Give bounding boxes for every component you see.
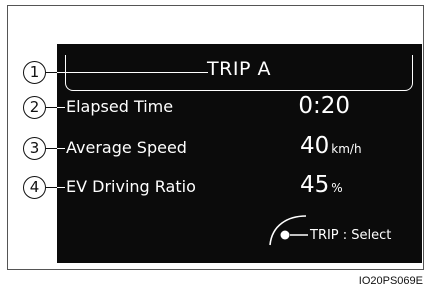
callout-4: 4 xyxy=(23,176,46,199)
callout-3: 3 xyxy=(23,137,46,160)
ev-driving-ratio-label: EV Driving Ratio xyxy=(66,177,196,196)
figure-code: IO20PS069E xyxy=(358,275,423,287)
elapsed-time-label: Elapsed Time xyxy=(66,97,174,116)
ev-driving-ratio-number: 45 xyxy=(300,172,330,198)
callout-1: 1 xyxy=(23,61,46,84)
average-speed-number: 40 xyxy=(300,133,330,159)
ev-driving-ratio-value: 45% xyxy=(300,172,410,198)
callout-3-leader xyxy=(57,148,65,149)
callout-2-leader xyxy=(57,107,65,108)
steering-switch-icon xyxy=(269,215,308,246)
callout-2: 2 xyxy=(23,96,46,119)
average-speed-unit: km/h xyxy=(331,142,362,156)
ev-driving-ratio-unit: % xyxy=(331,181,343,195)
elapsed-time-value: 0:20 xyxy=(250,93,350,119)
average-speed-label: Average Speed xyxy=(66,138,187,157)
elapsed-time-number: 0:20 xyxy=(298,93,350,119)
average-speed-value: 40 km/h xyxy=(300,133,410,159)
trip-select-hint: TRIP : Select xyxy=(310,228,392,243)
trip-title: TRIP A xyxy=(207,58,271,80)
callout-1-leader xyxy=(57,72,208,73)
callout-4-leader xyxy=(57,187,65,188)
